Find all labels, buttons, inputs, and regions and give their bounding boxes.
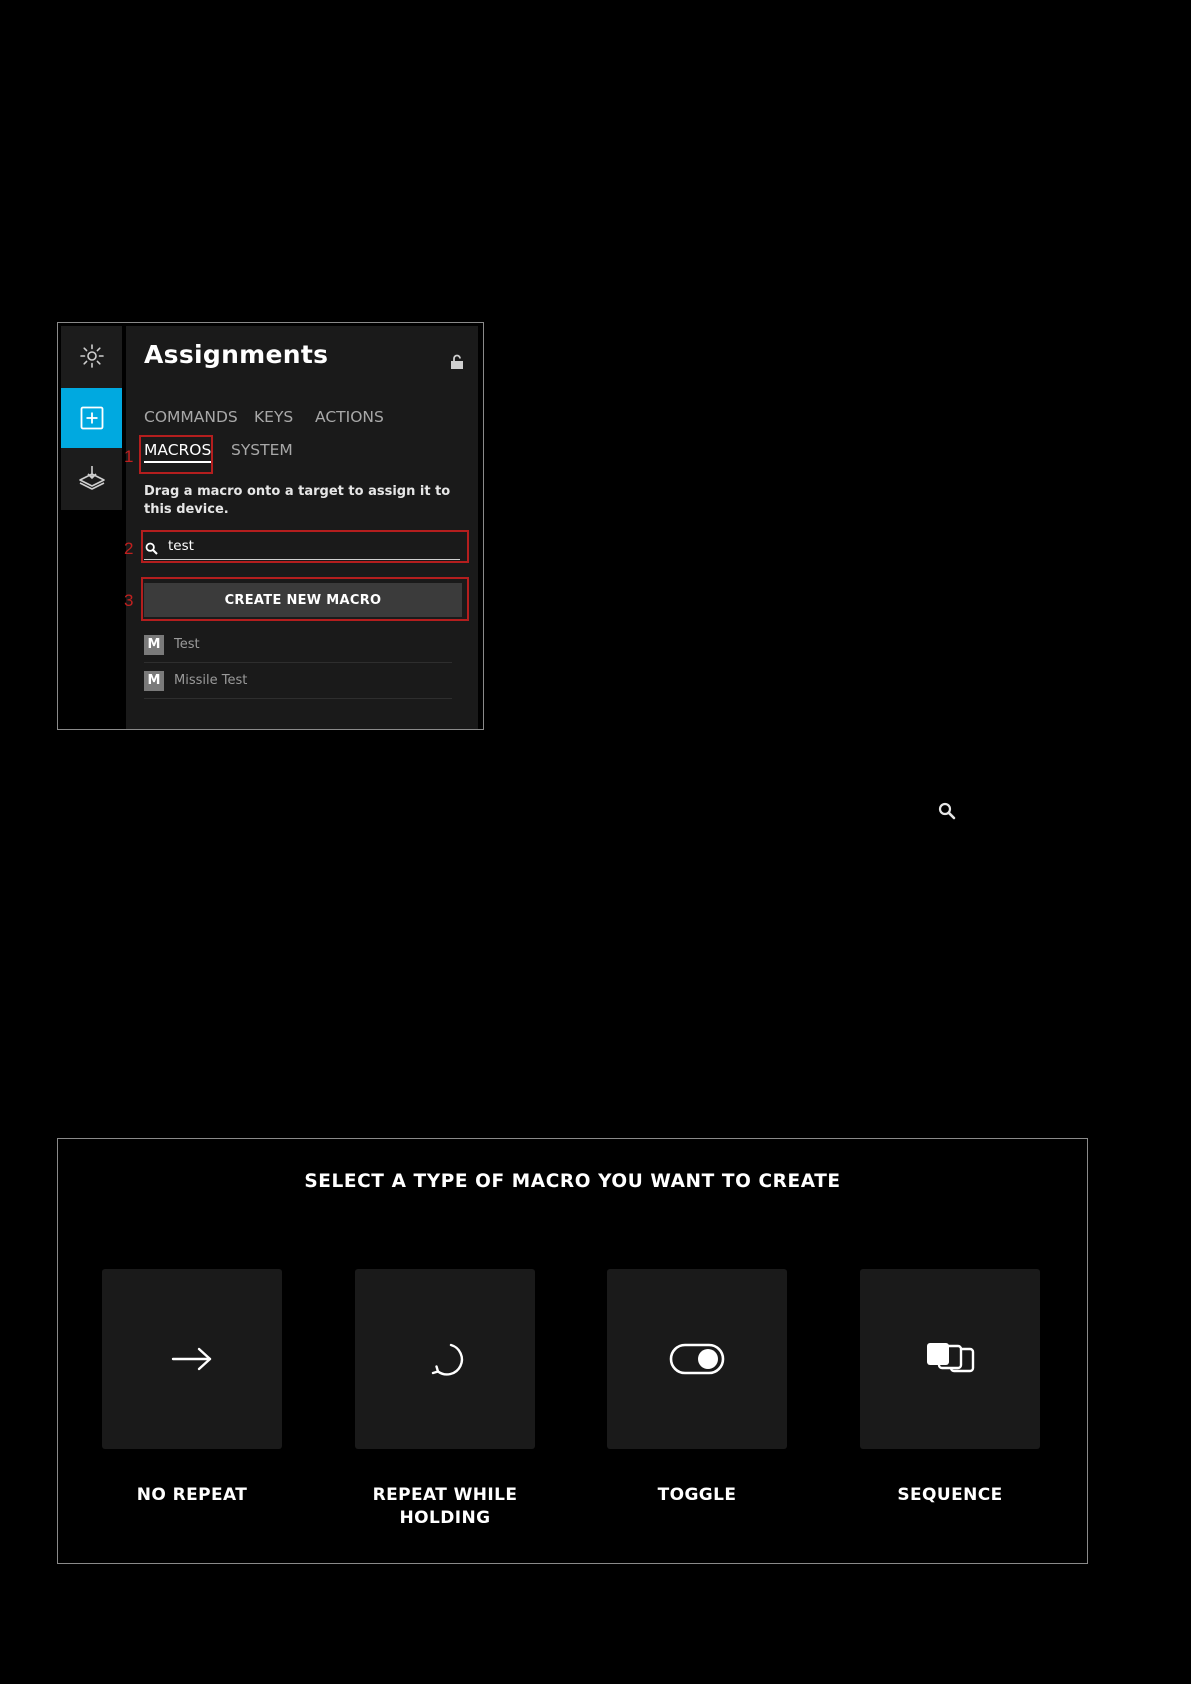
tab-keys[interactable]: KEYS — [254, 408, 293, 426]
callout-box-create — [141, 577, 469, 621]
sequence-label: SEQUENCE — [897, 1485, 1003, 1505]
rail-assignments-button[interactable] — [61, 388, 122, 448]
heatmap-icon — [78, 466, 105, 490]
drag-hint-text: Drag a macro onto a target to assign it … — [144, 484, 451, 517]
macro-name: Missile Test — [174, 673, 248, 688]
no-repeat-card[interactable] — [102, 1269, 282, 1449]
rail-heatmap-button[interactable] — [61, 448, 122, 508]
unlock-icon[interactable] — [450, 354, 464, 370]
sun-icon — [79, 344, 104, 368]
repeat-while-holding-label: REPEAT WHILE HOLDING — [372, 1485, 518, 1528]
repeat-icon — [431, 1343, 464, 1376]
assignments-panel: Assignments COMMANDS KEYS ACTIONS MACROS… — [126, 326, 478, 729]
tab-system[interactable]: SYSTEM — [231, 441, 293, 459]
callout-number: 2 — [124, 539, 134, 558]
panel-title: Assignments — [144, 340, 329, 369]
sequence-icon — [927, 1343, 975, 1373]
sequence-card[interactable] — [860, 1269, 1040, 1449]
macro-item[interactable]: M Missile Test — [144, 663, 452, 699]
macro-name: Test — [174, 637, 200, 652]
toggle-icon — [669, 1343, 725, 1375]
macro-type-dialog: SELECT A TYPE OF MACRO YOU WANT TO CREAT… — [57, 1138, 1088, 1564]
toggle-label: TOGGLE — [657, 1485, 737, 1505]
magnifier-icon — [938, 802, 956, 820]
repeat-while-holding-card[interactable] — [355, 1269, 535, 1449]
callout-box-search — [141, 530, 469, 563]
toggle-card[interactable] — [607, 1269, 787, 1449]
dialog-title: SELECT A TYPE OF MACRO YOU WANT TO CREAT… — [304, 1171, 841, 1192]
macro-badge: M — [144, 670, 164, 691]
macro-badge: M — [144, 634, 164, 655]
callout-number: 3 — [124, 591, 134, 610]
tab-actions[interactable]: ACTIONS — [315, 408, 384, 426]
left-rail — [61, 326, 122, 510]
arrow-right-icon — [171, 1347, 212, 1371]
plus-square-icon — [80, 406, 103, 430]
macro-item[interactable]: M Test — [144, 627, 452, 663]
rail-lighting-button[interactable] — [61, 326, 122, 386]
assignments-screenshot: Assignments COMMANDS KEYS ACTIONS MACROS… — [57, 322, 484, 730]
no-repeat-label: NO REPEAT — [136, 1485, 248, 1505]
callout-box-macros-tab — [139, 435, 213, 474]
callout-number: 1 — [124, 447, 134, 466]
tab-commands[interactable]: COMMANDS — [144, 408, 238, 426]
